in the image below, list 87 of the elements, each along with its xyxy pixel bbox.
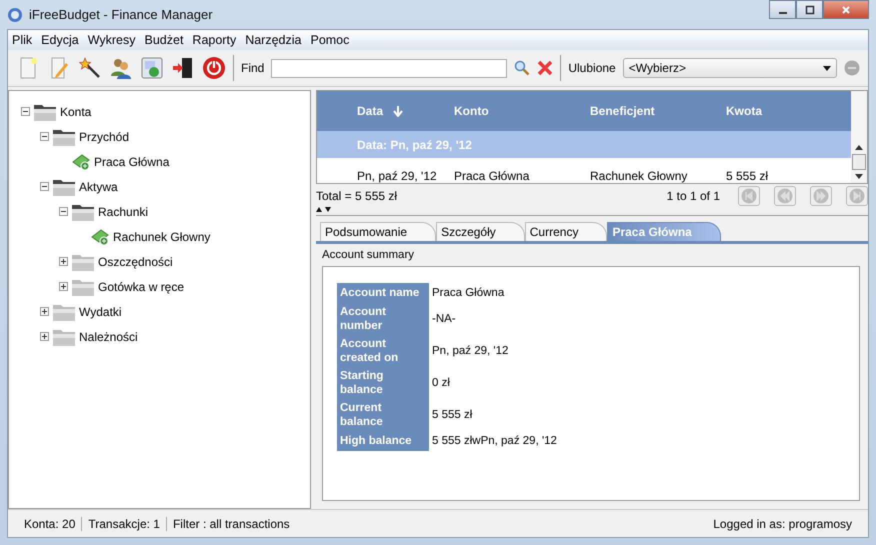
tree-item[interactable]: Rachunek Głowny <box>113 230 210 244</box>
expand-icon[interactable] <box>59 282 68 291</box>
tree-item[interactable]: Aktywa <box>79 180 118 194</box>
menu-item[interactable]: Narzędzia <box>245 33 302 47</box>
tree-item[interactable]: Wydatki <box>79 304 122 318</box>
field-value: 5 555 złwPn, paź 29, '12 <box>431 434 557 449</box>
menu-item[interactable]: Budżet <box>144 33 184 47</box>
group-row: Data: Pn, paź 29, '12 <box>317 131 851 158</box>
field-value: Praca Główna <box>431 286 506 301</box>
collapse-icon[interactable] <box>40 132 49 141</box>
field-value: Pn, paź 29, '12 <box>431 344 510 359</box>
expand-icon[interactable] <box>40 307 49 316</box>
tree-item[interactable]: Praca Główna <box>94 154 170 168</box>
scrollbar-thumb[interactable] <box>852 154 866 170</box>
folder-icon <box>72 202 94 220</box>
find-field[interactable] <box>271 58 508 78</box>
folder-icon <box>53 302 75 320</box>
maximize-button[interactable] <box>796 0 823 19</box>
field-label: Account number <box>337 303 429 335</box>
tree-item[interactable]: Rachunki <box>98 204 148 218</box>
total-text: Total = 5 555 zł <box>316 188 398 202</box>
field-value: 0 zł <box>431 376 451 391</box>
favorites-label: Ulubione <box>568 61 616 75</box>
tree-item[interactable]: Przychód <box>79 130 130 144</box>
scrollbar[interactable] <box>851 91 867 183</box>
table-cell-text: Rachunek Głowny <box>590 169 688 183</box>
users-icon[interactable] <box>109 56 133 80</box>
status-text: Filter : all transactions <box>166 516 296 530</box>
tree-item[interactable]: Oszczędności <box>98 254 173 268</box>
field-value: -NA- <box>431 312 457 327</box>
folder-icon <box>53 178 75 196</box>
collapse-icon[interactable] <box>21 107 30 116</box>
status-text: Konta: 20 <box>23 516 76 530</box>
splitter-arrows-icon[interactable] <box>316 207 332 212</box>
page-info: 1 to 1 of 1 <box>666 188 720 202</box>
maximize-icon <box>804 4 814 14</box>
expand-icon[interactable] <box>40 332 49 341</box>
folder-icon <box>72 252 94 270</box>
tab[interactable]: Currency <box>524 222 608 241</box>
menu-item[interactable]: Raporty <box>192 33 236 47</box>
close-icon <box>841 4 851 14</box>
field-label: Starting balance <box>337 367 429 399</box>
find-label: Find <box>241 61 264 75</box>
folder-icon <box>34 102 56 120</box>
tab[interactable]: Podsumowanie <box>320 222 436 241</box>
window-title: iFreeBudget - Finance Manager <box>29 7 213 22</box>
menu-item[interactable]: Wykresy <box>88 33 136 47</box>
close-button[interactable] <box>823 0 869 19</box>
status-text: Logged in as: programosy <box>712 516 853 530</box>
tab[interactable]: Szczegóły <box>436 222 525 241</box>
field-value: 5 555 zł <box>431 408 474 423</box>
clear-icon[interactable] <box>537 60 554 76</box>
table-cell-text: 5 555 zł <box>726 169 770 183</box>
expand-icon[interactable] <box>59 257 68 266</box>
section-title: Account summary <box>322 249 416 261</box>
app-icon <box>7 6 23 22</box>
power-icon[interactable] <box>202 56 226 80</box>
menu-item[interactable]: Plik <box>12 33 32 47</box>
field-label: High balance <box>337 431 429 451</box>
field-label: Current balance <box>337 399 429 431</box>
field-label: Account created on <box>337 335 429 367</box>
caret-icon <box>822 66 831 70</box>
search-icon[interactable] <box>514 60 530 76</box>
collapse-icon[interactable] <box>59 207 68 216</box>
tree-item[interactable]: Konta <box>60 104 92 118</box>
menu-item[interactable]: Edycja <box>41 33 79 47</box>
exit-door-icon[interactable] <box>171 56 195 80</box>
scroll-down-icon[interactable] <box>855 174 863 179</box>
table-cell-text: Praca Główna <box>454 169 530 183</box>
folder-icon <box>53 128 75 146</box>
field-label: Account name <box>337 283 429 303</box>
chart-report-icon[interactable] <box>140 56 164 80</box>
menu-item[interactable]: Pomoc <box>310 33 350 47</box>
minimize-icon <box>778 12 786 14</box>
scroll-up-icon[interactable] <box>855 145 863 150</box>
tree-item[interactable]: Należności <box>79 330 138 344</box>
money-icon <box>91 228 109 246</box>
minimize-button[interactable] <box>769 0 796 19</box>
folder-icon <box>72 278 94 296</box>
magic-wand-icon[interactable] <box>78 56 102 80</box>
money-icon <box>72 152 90 170</box>
collapse-icon[interactable] <box>40 182 49 191</box>
status-text: Transakcje: 1 <box>81 516 166 530</box>
tree-item[interactable]: Gotówka w ręce <box>98 280 184 294</box>
table-cell-text: Pn, paź 29, '12 <box>356 169 438 183</box>
folder-icon <box>53 328 75 346</box>
favorites-dropdown[interactable]: <Wybierz> <box>622 58 837 78</box>
